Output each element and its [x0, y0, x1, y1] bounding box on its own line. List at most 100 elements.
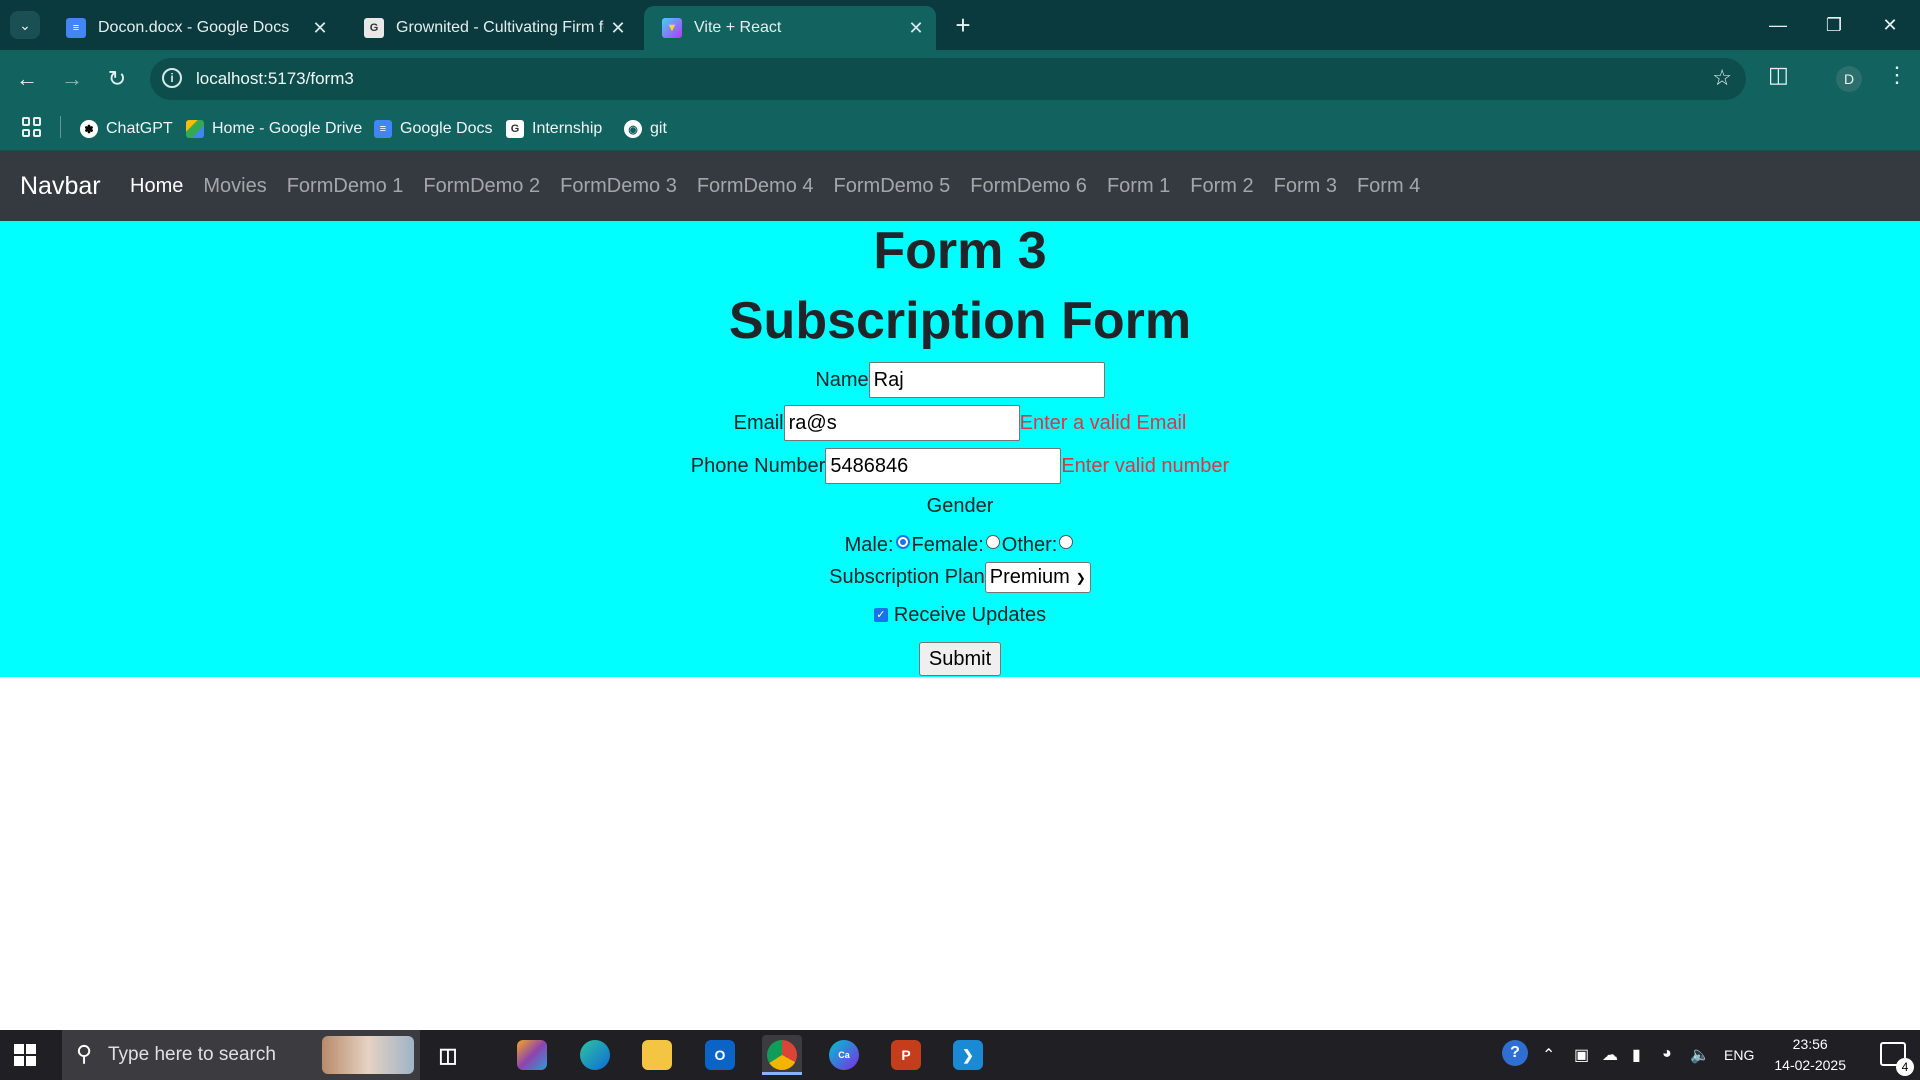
nav-link-formdemo-2[interactable]: FormDemo 2: [423, 175, 540, 198]
language-indicator[interactable]: ENG: [1724, 1047, 1754, 1063]
wifi-icon[interactable]: ◕: [1662, 1045, 1672, 1063]
tray-chevron-up-icon[interactable]: ⌃: [1542, 1045, 1555, 1065]
task-view-icon[interactable]: ◫: [428, 1035, 468, 1075]
nav-link-formdemo-6[interactable]: FormDemo 6: [970, 175, 1087, 198]
nav-link-form-2[interactable]: Form 2: [1190, 175, 1253, 198]
profile-avatar[interactable]: D: [1836, 66, 1862, 92]
notification-count-badge: 4: [1896, 1058, 1914, 1076]
help-icon[interactable]: ?: [1502, 1040, 1528, 1066]
tab-search-button[interactable]: ⌄: [10, 11, 40, 39]
bookmark-google-docs[interactable]: ≡ Google Docs: [374, 118, 493, 140]
nav-link-form-1[interactable]: Form 1: [1107, 175, 1170, 198]
system-clock[interactable]: 23:56 14-02-2025: [1774, 1034, 1846, 1076]
phone-label: Phone Number: [690, 454, 826, 477]
gender-female-radio[interactable]: [985, 534, 1000, 549]
windows-start-icon[interactable]: [14, 1044, 36, 1066]
chatgpt-icon: ✽: [80, 120, 98, 138]
tab-vite-react[interactable]: ▼ Vite + React ✕: [644, 6, 936, 50]
grownited-icon: G: [364, 18, 384, 38]
receive-updates-label: Receive Updates: [893, 604, 1047, 626]
taskbar-search[interactable]: ⚲ Type here to search: [62, 1030, 420, 1080]
search-highlight-image: [322, 1036, 414, 1074]
close-icon[interactable]: ✕: [306, 18, 334, 39]
powerpoint-icon[interactable]: P: [886, 1035, 926, 1075]
submit-button[interactable]: Submit: [918, 642, 1002, 676]
clock-time: 23:56: [1792, 1036, 1828, 1052]
browser-toolbar: ← → ↻ i localhost:5173/form3 ☆ ◫ ⋮: [0, 50, 1920, 108]
nav-link-form-4[interactable]: Form 4: [1357, 175, 1420, 198]
chevron-down-icon: ⌄: [19, 16, 31, 33]
volume-icon[interactable]: 🔈: [1690, 1045, 1710, 1065]
bookmark-git[interactable]: ◉ git: [624, 118, 667, 140]
restore-icon[interactable]: ❐: [1806, 0, 1862, 50]
apps-grid-icon[interactable]: [22, 117, 42, 137]
clock-date: 14-02-2025: [1774, 1057, 1846, 1073]
bookmarks-divider: [60, 116, 61, 138]
reload-icon[interactable]: ↻: [100, 62, 134, 96]
email-label: Email: [733, 411, 784, 434]
vscode-icon[interactable]: ❯: [948, 1035, 988, 1075]
browser-menu-icon[interactable]: ⋮: [1886, 62, 1908, 88]
email-input[interactable]: [783, 405, 1020, 441]
address-bar[interactable]: i localhost:5173/form3 ☆: [150, 58, 1746, 100]
tab-title: Grownited - Cultivating Firm for: [396, 19, 604, 36]
forward-arrow-icon[interactable]: →: [55, 62, 89, 96]
close-icon[interactable]: ✕: [902, 18, 930, 39]
form-container: Form 3 Subscription Form Name Email Ente…: [0, 221, 1920, 677]
page-title: Form 3: [873, 222, 1047, 280]
google-drive-icon: [186, 120, 204, 138]
windows-taskbar: ⚲ Type here to search ◫ O Ca P ❯ ? ⌃ ▣ ☁…: [0, 1030, 1920, 1080]
bookmark-star-icon[interactable]: ☆: [1712, 65, 1732, 91]
tab-strip: ⌄ ≡ Docon.docx - Google Docs ✕ G Grownit…: [0, 0, 1920, 50]
bookmarks-bar: ✽ ChatGPT Home - Google Drive ≡ Google D…: [0, 108, 1920, 151]
file-explorer-icon[interactable]: [637, 1035, 677, 1075]
navbar-brand[interactable]: Navbar: [20, 172, 101, 201]
site-navbar: Navbar Home Movies FormDemo 1 FormDemo 2…: [0, 151, 1920, 221]
minimize-icon[interactable]: —: [1750, 0, 1806, 50]
nav-link-home[interactable]: Home: [130, 175, 183, 198]
plan-selected-value: Premium: [989, 566, 1070, 588]
bookmark-label: Home - Google Drive: [212, 120, 363, 137]
tab-google-docs[interactable]: ≡ Docon.docx - Google Docs ✕: [48, 6, 340, 50]
back-arrow-icon[interactable]: ←: [10, 62, 44, 96]
gender-label: Gender: [926, 495, 994, 517]
battery-icon[interactable]: ▮: [1632, 1045, 1641, 1065]
nav-link-formdemo-3[interactable]: FormDemo 3: [560, 175, 677, 198]
phone-error: Enter valid number: [1061, 454, 1230, 477]
meet-now-icon[interactable]: ▣: [1574, 1045, 1589, 1065]
nav-link-movies[interactable]: Movies: [203, 175, 266, 198]
nav-link-formdemo-4[interactable]: FormDemo 4: [697, 175, 814, 198]
new-tab-plus-icon[interactable]: +: [948, 10, 978, 40]
plan-select[interactable]: Premium ❯: [984, 562, 1091, 593]
name-input[interactable]: [868, 362, 1105, 398]
phone-input[interactable]: [825, 448, 1062, 484]
close-icon[interactable]: ✕: [604, 18, 632, 39]
bookmark-label: Google Docs: [400, 120, 493, 137]
canva-icon[interactable]: Ca: [824, 1035, 864, 1075]
copilot-icon[interactable]: [512, 1035, 552, 1075]
tab-grownited[interactable]: G Grownited - Cultivating Firm for ✕: [346, 6, 638, 50]
name-label: Name: [815, 368, 869, 391]
chrome-icon[interactable]: [762, 1035, 802, 1075]
receive-updates-checkbox[interactable]: ✓: [873, 607, 888, 622]
edge-icon[interactable]: [575, 1035, 615, 1075]
window-close-icon[interactable]: ✕: [1862, 0, 1918, 50]
gender-female-label: Female:: [911, 534, 984, 556]
tab-title: Vite + React: [694, 19, 782, 36]
plan-label: Subscription Plan: [829, 566, 985, 588]
bookmark-internship[interactable]: G Internship: [506, 118, 602, 140]
nav-link-form-3[interactable]: Form 3: [1274, 175, 1337, 198]
url-text: localhost:5173/form3: [196, 69, 354, 88]
site-info-icon[interactable]: i: [162, 68, 182, 88]
nav-link-formdemo-5[interactable]: FormDemo 5: [834, 175, 951, 198]
bookmark-google-drive[interactable]: Home - Google Drive: [186, 118, 362, 140]
gender-other-radio[interactable]: [1059, 534, 1074, 549]
taskbar-search-placeholder: Type here to search: [108, 1044, 276, 1065]
extensions-puzzle-icon[interactable]: ◫: [1768, 62, 1789, 88]
outlook-icon[interactable]: O: [700, 1035, 740, 1075]
bookmark-label: Internship: [532, 120, 603, 137]
onedrive-icon[interactable]: ☁: [1602, 1045, 1618, 1065]
gender-male-radio[interactable]: [895, 534, 910, 549]
bookmark-chatgpt[interactable]: ✽ ChatGPT: [80, 118, 173, 140]
nav-link-formdemo-1[interactable]: FormDemo 1: [287, 175, 404, 198]
